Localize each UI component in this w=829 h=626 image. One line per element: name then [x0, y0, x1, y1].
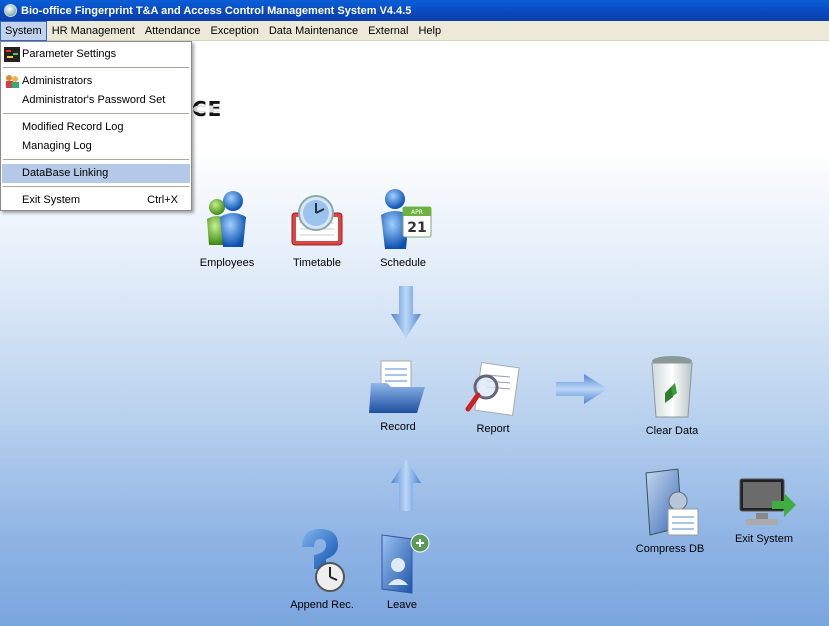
- exit-system-icon: [739, 478, 796, 525]
- timetable-icon: [291, 195, 343, 246]
- flow-arrow-up-icon: [391, 459, 421, 511]
- menu-separator: [3, 186, 189, 187]
- menu-item-database-linking[interactable]: DataBase Linking: [2, 164, 190, 183]
- compress-db-tile[interactable]: Compress DB: [632, 467, 708, 555]
- logo-reflection: CE: [192, 103, 223, 115]
- menu-item-administrators[interactable]: Administrators: [2, 72, 190, 91]
- employees-tile[interactable]: Employees: [190, 189, 264, 269]
- leave-icon: [381, 533, 430, 594]
- menu-item-admin-password-set[interactable]: Administrator's Password Set: [2, 91, 190, 110]
- schedule-calendar-month: APR: [411, 209, 423, 216]
- flow-arrow-down-icon: [391, 286, 421, 338]
- menu-separator: [3, 113, 189, 114]
- menu-item-managing-log[interactable]: Managing Log: [2, 137, 190, 156]
- exit-system-tile[interactable]: Exit System: [728, 477, 800, 545]
- menu-help[interactable]: Help: [413, 21, 446, 41]
- append-rec-label: Append Rec.: [290, 599, 354, 611]
- report-tile[interactable]: Report: [462, 361, 524, 435]
- append-rec-tile[interactable]: Append Rec.: [286, 527, 358, 611]
- exit-system-label: Exit System: [734, 533, 794, 545]
- menu-external[interactable]: External: [363, 21, 413, 41]
- menu-separator: [3, 67, 189, 68]
- record-label: Record: [380, 421, 416, 433]
- window-title: Bio-office Fingerprint T&A and Access Co…: [21, 4, 412, 17]
- schedule-label: Schedule: [380, 257, 426, 269]
- employees-icon: [207, 191, 246, 247]
- administrators-icon: [6, 75, 19, 88]
- timetable-label: Timetable: [293, 257, 341, 269]
- timetable-tile[interactable]: Timetable: [280, 191, 354, 269]
- employees-label: Employees: [199, 257, 255, 269]
- exit-shortcut: Ctrl+X: [147, 194, 178, 206]
- menu-attendance[interactable]: Attendance: [140, 21, 206, 41]
- flow-arrow-right-icon: [556, 374, 608, 404]
- parameter-settings-icon: [4, 47, 20, 62]
- report-icon: [465, 362, 520, 416]
- record-folder-icon: [369, 360, 425, 413]
- app-icon: [4, 4, 17, 17]
- menu-separator: [3, 159, 189, 160]
- record-tile[interactable]: Record: [366, 355, 430, 433]
- menu-hr-management[interactable]: HR Management: [47, 21, 140, 41]
- title-bar: Bio-office Fingerprint T&A and Access Co…: [0, 0, 829, 21]
- leave-tile[interactable]: Leave: [370, 529, 434, 611]
- schedule-icon: APR 21: [381, 189, 432, 249]
- menu-item-modified-record-log[interactable]: Modified Record Log: [2, 118, 190, 137]
- schedule-calendar-day: 21: [407, 220, 426, 236]
- report-label: Report: [476, 423, 510, 435]
- system-menu-dropdown: Parameter Settings Administrators Admini…: [0, 41, 192, 211]
- menu-item-parameter-settings[interactable]: Parameter Settings: [2, 45, 190, 64]
- menu-exception[interactable]: Exception: [206, 21, 264, 41]
- compress-db-icon: [645, 468, 699, 536]
- menu-data-maintenance[interactable]: Data Maintenance: [264, 21, 363, 41]
- append-rec-icon: [302, 529, 345, 592]
- menu-bar: System HR Management Attendance Exceptio…: [0, 20, 829, 41]
- recycle-bin-icon: [651, 356, 693, 418]
- menu-system[interactable]: System: [0, 20, 47, 41]
- leave-label: Leave: [387, 599, 417, 611]
- schedule-tile[interactable]: APR 21 Schedule: [366, 187, 440, 269]
- clear-data-tile[interactable]: Clear Data: [638, 353, 706, 437]
- menu-item-exit-system[interactable]: Exit System Ctrl+X: [2, 191, 190, 210]
- compress-db-label: Compress DB: [635, 543, 705, 555]
- clear-data-label: Clear Data: [645, 425, 699, 437]
